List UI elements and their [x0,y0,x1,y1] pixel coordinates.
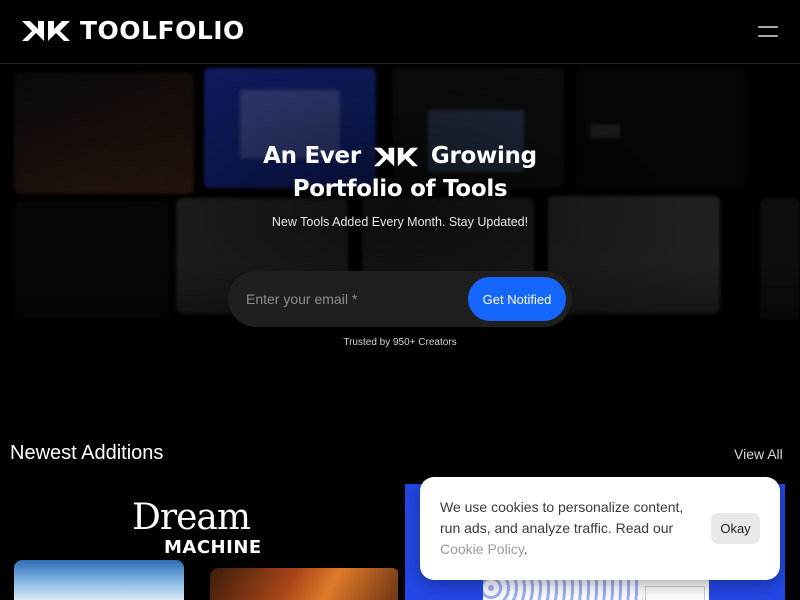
email-input[interactable] [246,285,456,313]
email-signup-form: Get Notified [228,271,572,327]
section-title: Newest Additions [10,442,164,464]
hero-title-part2: Growing [430,143,537,169]
get-notified-button[interactable]: Get Notified [468,277,566,321]
card-title-line2: MACHINE [164,537,262,558]
brand-name: TOOLFOLIO [80,16,245,45]
cookie-policy-link[interactable]: Cookie Policy [440,541,524,557]
hero-subtitle: New Tools Added Every Month. Stay Update… [271,215,529,229]
cookie-message: We use cookies to personalize content, r… [440,497,700,560]
card-thumbnail [210,568,398,600]
hero-title-part1: An Ever [263,143,361,169]
card-pattern [483,580,643,600]
card-title-line1: Dream [132,497,251,538]
okay-button[interactable]: Okay [711,513,760,544]
toolfolio-arrows-icon [371,147,420,166]
trusted-by-text: Trusted by 950+ Creators [343,337,457,348]
cookie-text: We use cookies to personalize content, r… [440,499,684,536]
toolfolio-arrows-icon [20,21,72,41]
cookie-banner: We use cookies to personalize content, r… [420,477,780,580]
cookie-suffix: . [523,541,528,557]
view-all-link[interactable]: View All [734,446,783,462]
site-header: TOOLFOLIO [0,0,800,64]
tool-card[interactable]: Dream MACHINE [14,484,398,600]
hero-title: An Ever Growing Portfolio of Tools [0,140,800,206]
card-thumbnail [14,560,184,600]
card-preview-panel [645,586,705,600]
logo[interactable]: TOOLFOLIO [20,18,245,44]
hero-title-line2: Portfolio of Tools [292,176,508,202]
hamburger-menu-icon[interactable] [758,24,782,40]
